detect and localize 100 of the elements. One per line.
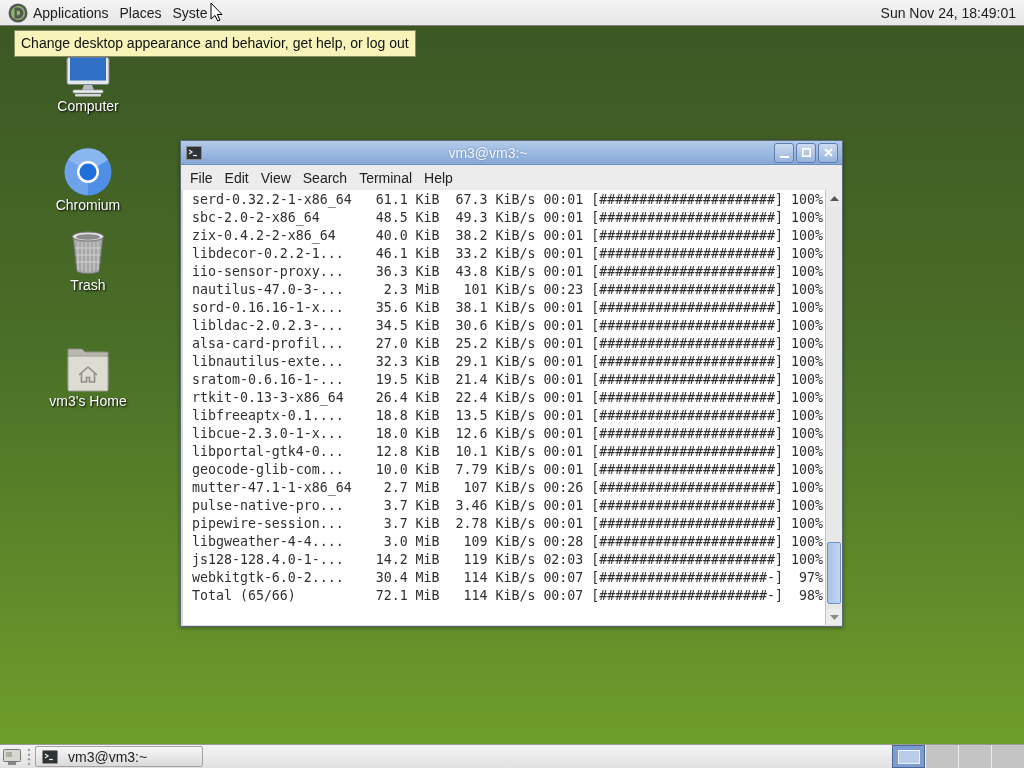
desktop-icon	[3, 748, 21, 765]
progress-text: [#####################-]	[591, 569, 783, 587]
package-name: sord-0.16.16-1-x...	[192, 299, 344, 317]
elapsed-time: 00:01	[543, 317, 584, 335]
window-thumbnail-icon	[897, 749, 920, 764]
progress-text: [######################]	[591, 461, 783, 479]
package-name: sratom-0.6.16-1-...	[192, 371, 344, 389]
elapsed-time: 00:01	[543, 407, 584, 425]
package-name: libcue-2.3.0-1-x...	[192, 425, 344, 443]
download-size: 26.4 KiB	[375, 389, 440, 407]
package-name: Total (65/66)	[192, 587, 296, 605]
minimize-icon	[779, 155, 789, 158]
download-rate: 7.79 KiB/s	[455, 461, 536, 479]
progress-text: [######################]	[591, 443, 783, 461]
download-size: 18.0 KiB	[375, 425, 440, 443]
minimize-button[interactable]	[774, 142, 794, 163]
percent-text: 100%	[790, 299, 823, 317]
percent-text: 100%	[790, 425, 823, 443]
panel-menu[interactable]: Places	[119, 2, 162, 23]
percent-text: 100%	[790, 245, 823, 263]
elapsed-time: 00:28	[543, 533, 584, 551]
download-rate: 38.2 KiB/s	[455, 227, 536, 245]
scroll-up-button[interactable]	[826, 190, 842, 206]
progress-text: [######################]	[591, 425, 783, 443]
workspace-button[interactable]	[892, 745, 925, 768]
terminal-icon[interactable]	[186, 145, 202, 160]
elapsed-time: 00:01	[543, 263, 584, 281]
panel-handle-icon[interactable]	[27, 747, 31, 766]
download-rate: 33.2 KiB/s	[455, 245, 536, 263]
computer-icon[interactable]	[64, 57, 112, 97]
progress-text: [######################]	[591, 533, 783, 551]
menu-item[interactable]: Search	[296, 166, 354, 189]
download-size: 3.0 MiB	[383, 533, 440, 551]
progress-text: [######################]	[591, 479, 783, 497]
package-name: js128-128.4.0-1-...	[192, 551, 344, 569]
close-button[interactable]	[818, 142, 838, 163]
package-name: geocode-glib-com...	[192, 461, 344, 479]
desktop-icon-label[interactable]: Trash	[70, 276, 106, 294]
percent-text: 100%	[790, 479, 823, 497]
scrollbar-thumb[interactable]	[827, 542, 841, 604]
download-rate: 67.3 KiB/s	[455, 191, 536, 209]
close-icon	[823, 148, 833, 157]
elapsed-time: 00:01	[543, 209, 584, 227]
percent-text: 100%	[790, 227, 823, 245]
download-size: 30.4 MiB	[375, 569, 440, 587]
up-arrow-icon	[829, 195, 839, 201]
desktop-icon-label[interactable]: vm3's Home	[49, 392, 127, 410]
percent-text: 97%	[798, 569, 823, 587]
download-rate: 109 KiB/s	[463, 533, 536, 551]
progress-text: [######################]	[591, 281, 783, 299]
elapsed-time: 00:26	[543, 479, 584, 497]
percent-text: 100%	[790, 209, 823, 227]
menu-item[interactable]: View	[254, 166, 297, 189]
percent-text: 98%	[798, 587, 823, 605]
elapsed-time: 00:01	[543, 191, 584, 209]
download-size: 46.1 KiB	[375, 245, 440, 263]
taskbar-button[interactable]: vm3@vm3:~	[35, 746, 203, 767]
progress-text: [######################]	[591, 299, 783, 317]
progress-text: [######################]	[591, 209, 783, 227]
progress-text: [######################]	[591, 317, 783, 335]
progress-text: [######################]	[591, 515, 783, 533]
download-size: 19.5 KiB	[375, 371, 440, 389]
download-rate: 21.4 KiB/s	[455, 371, 536, 389]
progress-text: [######################]	[591, 371, 783, 389]
download-size: 61.1 KiB	[375, 191, 440, 209]
package-name: rtkit-0.13-3-x86_64	[192, 389, 344, 407]
progress-text: [######################]	[591, 407, 783, 425]
download-size: 14.2 MiB	[375, 551, 440, 569]
package-name: mutter-47.1-1-x86_64	[192, 479, 352, 497]
menu-item[interactable]: Terminal	[353, 166, 419, 189]
menu-item[interactable]: File	[184, 166, 219, 189]
package-name: nautilus-47.0-3-...	[192, 281, 344, 299]
download-rate: 25.2 KiB/s	[455, 335, 536, 353]
panel-logo-icon[interactable]	[8, 2, 28, 23]
download-size: 18.8 KiB	[375, 407, 440, 425]
menu-item[interactable]: Edit	[218, 166, 255, 189]
percent-text: 100%	[790, 317, 823, 335]
home-folder-icon[interactable]	[64, 348, 112, 392]
browser-icon[interactable]	[64, 148, 112, 196]
terminal-icon	[42, 749, 58, 764]
maximize-button[interactable]	[796, 142, 816, 163]
download-rate: 12.6 KiB/s	[455, 425, 536, 443]
menu-item[interactable]: Help	[418, 166, 459, 189]
panel-menu[interactable]: Syste	[172, 2, 208, 23]
elapsed-time: 00:01	[543, 299, 584, 317]
elapsed-time: 00:07	[543, 587, 584, 605]
scroll-down-button[interactable]	[826, 609, 842, 625]
progress-text: [######################]	[591, 551, 783, 569]
download-size: 12.8 KiB	[375, 443, 440, 461]
elapsed-time: 00:01	[543, 389, 584, 407]
panel-menu[interactable]: Applications	[33, 2, 109, 23]
percent-text: 100%	[790, 443, 823, 461]
download-rate: 30.6 KiB/s	[455, 317, 536, 335]
progress-text: [######################]	[591, 191, 783, 209]
package-name: pulse-native-pro...	[192, 497, 344, 515]
desktop-icon-label[interactable]: Computer	[57, 97, 119, 115]
download-size: 27.0 KiB	[375, 335, 440, 353]
package-name: pipewire-session...	[192, 515, 344, 533]
progress-text: [######################]	[591, 335, 783, 353]
desktop-icon-label[interactable]: Chromium	[55, 196, 121, 214]
